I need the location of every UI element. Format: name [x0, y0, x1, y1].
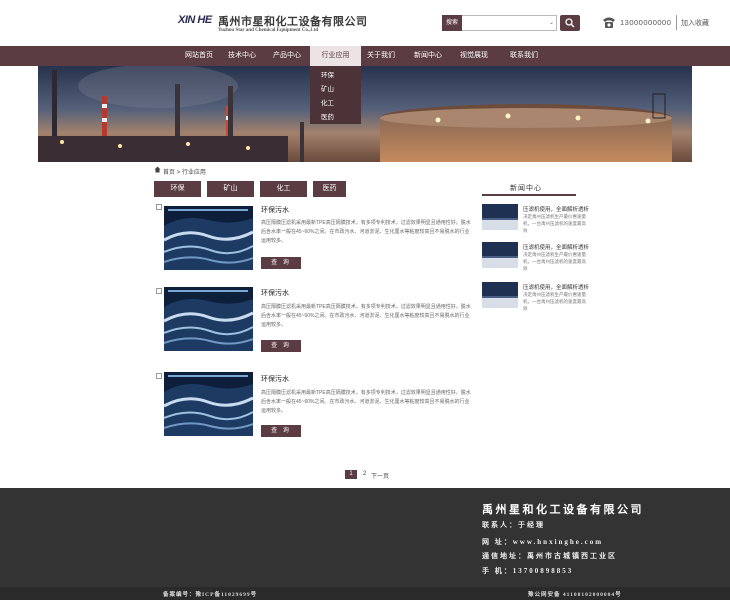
phone-number: 13000000000: [620, 18, 672, 27]
search-category-label[interactable]: 搜索: [442, 15, 462, 31]
news-title[interactable]: 压滤机使用，全面解析透析: [523, 205, 589, 213]
news-summary: 决定禹州压滤机生产最价惠速量机，一台禹州压滤机的速度最高效: [523, 214, 586, 233]
page-current[interactable]: 1: [345, 470, 357, 479]
logo[interactable]: XIN HE: [178, 14, 212, 26]
nav-products[interactable]: 产品中心: [265, 46, 309, 66]
product-checkbox[interactable]: [156, 204, 162, 210]
news-heading: 新闻中心: [482, 181, 576, 196]
product-title[interactable]: 环保污水: [261, 288, 289, 298]
divider: [676, 15, 677, 30]
icp-number[interactable]: 备案编号：豫ICP备11029699号: [163, 590, 257, 598]
industry-dropdown: 环保 矿山 化工 医药: [310, 66, 361, 124]
news-heading-underline: [482, 194, 576, 196]
news-title[interactable]: 压滤机使用，全面解析透析: [523, 283, 589, 291]
nav-tech[interactable]: 技术中心: [222, 46, 262, 66]
category-pharma[interactable]: 医药: [313, 181, 346, 197]
product-image[interactable]: [164, 206, 253, 270]
news-summary: 决定禹州压滤机生产最价惠速量机，一台禹州压滤机的速度最高效: [523, 252, 586, 271]
product-title[interactable]: 环保污水: [261, 374, 289, 384]
refinery-illustration: [38, 66, 692, 162]
category-env[interactable]: 环保: [154, 181, 201, 197]
product-checkbox[interactable]: [156, 373, 162, 379]
next-page-link[interactable]: 下一页: [371, 471, 389, 480]
dropdown-item-pharma[interactable]: 医药: [321, 111, 334, 121]
nav-news[interactable]: 新闻中心: [408, 46, 448, 66]
news-thumbnail[interactable]: [482, 242, 518, 268]
product-description: 高压隔膜压滤机采用最新TPE高压隔膜技术，有多项专利技术，过滤效果明显且通用性好…: [261, 390, 471, 414]
nav-industry[interactable]: 行业应用: [310, 46, 361, 66]
footer-company: 禹州星和化工设备有限公司: [482, 504, 644, 516]
search-button[interactable]: [560, 15, 580, 31]
site-header: XIN HE 禹州市星和化工设备有限公司 Yuzhou Star and Che…: [0, 0, 730, 46]
product-query-button[interactable]: 查 询: [261, 425, 301, 437]
home-icon: [154, 166, 161, 173]
product-query-button[interactable]: 查 询: [261, 257, 301, 269]
footer-website[interactable]: 网 址：www.hnxinghe.com: [482, 537, 603, 547]
category-mining[interactable]: 矿山: [207, 181, 254, 197]
product-image[interactable]: [164, 287, 253, 351]
product-description: 高压隔膜压滤机采用最新TPE高压隔膜技术，有多项专利技术，过滤效果明显且通用性好…: [261, 220, 471, 244]
news-heading-text: 新闻中心: [510, 185, 542, 192]
product-description: 高压隔膜压滤机采用最新TPE高压隔膜技术，有多项专利技术，过滤效果明显且通用性好…: [261, 304, 471, 328]
product-query-button[interactable]: 查 询: [261, 340, 301, 352]
company-name-cn: 禹州市星和化工设备有限公司: [218, 16, 368, 28]
breadcrumb[interactable]: 首页 > 行业应用: [163, 167, 206, 176]
nav-visual[interactable]: 视觉展现: [454, 46, 494, 66]
footer-address: 通信地址：禹州市古城镇西工业区: [482, 552, 617, 560]
news-thumbnail[interactable]: [482, 204, 518, 230]
police-record[interactable]: 豫公网安备 41108102000004号: [528, 590, 622, 598]
nav-about[interactable]: 关于我们: [361, 46, 401, 66]
banner-margin: [0, 66, 38, 162]
add-favorite-link[interactable]: 加入收藏: [681, 18, 709, 28]
product-image[interactable]: [164, 372, 253, 436]
chevron-down-icon[interactable]: ⌄: [549, 19, 554, 26]
main-nav: 网站首页 技术中心 产品中心 行业应用 关于我们 新闻中心 视觉展现 联系我们: [0, 46, 730, 66]
nav-contact[interactable]: 联系我们: [504, 46, 544, 66]
banner-image: [38, 66, 692, 162]
dropdown-item-mining[interactable]: 矿山: [321, 83, 334, 93]
news-summary: 决定禹州压滤机生产最价惠速量机，一台禹州压滤机的速度最高效: [523, 292, 586, 311]
search-box: 搜索 ⌄: [442, 15, 580, 31]
footer-contact: 联系人：于经理: [482, 521, 545, 529]
product-checkbox[interactable]: [156, 288, 162, 294]
company-name-en: Yuzhou Star and Chemical Equipment Co.,L…: [218, 28, 319, 33]
dropdown-item-env[interactable]: 环保: [321, 69, 334, 79]
news-thumbnail[interactable]: [482, 282, 518, 308]
category-chemical[interactable]: 化工: [260, 181, 307, 197]
phone-icon: [603, 17, 615, 28]
dropdown-item-chemical[interactable]: 化工: [321, 97, 334, 107]
product-title[interactable]: 环保污水: [261, 205, 289, 215]
page-link[interactable]: 2: [363, 471, 366, 477]
nav-home[interactable]: 网站首页: [176, 46, 222, 66]
footer-mobile: 手 机：13700898853: [482, 567, 574, 575]
news-title[interactable]: 压滤机使用，全面解析透析: [523, 243, 589, 251]
search-icon: [565, 18, 575, 28]
